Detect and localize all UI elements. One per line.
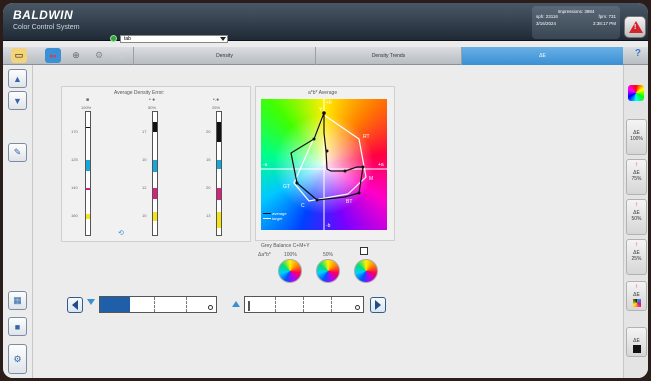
job-select-value: tab [124, 36, 131, 42]
up-arrow-icon: ↑ [635, 162, 638, 168]
triangle-down-icon [87, 299, 95, 305]
refresh-icon[interactable]: ⟲ [118, 229, 124, 237]
sidebar-item-delta-e-100[interactable]: ΔE 100% [626, 119, 647, 155]
zone-strip-top[interactable] [99, 296, 217, 313]
chevron-down-icon [220, 37, 226, 41]
density-bar-25 [216, 111, 222, 236]
ab-chart-legend: average target [263, 211, 287, 221]
status-dot-icon [110, 35, 117, 42]
zone-handle[interactable] [208, 305, 213, 310]
zone-marker [248, 301, 250, 311]
report-icon-button[interactable]: ✎ [8, 143, 27, 162]
target-icon[interactable]: ⊕ [68, 48, 84, 63]
tab-delta-e[interactable]: ΔE [461, 47, 623, 65]
tab-density[interactable]: Density [133, 47, 315, 65]
selected-zone [100, 297, 130, 312]
product-name: Color Control System [13, 24, 80, 31]
grey-balance-wheel-25 [354, 259, 378, 283]
app-window: BALDWIN Color Control System tab Impress… [3, 3, 648, 378]
black-ink-icon [632, 345, 641, 353]
date-value: 3/16/2024 [536, 21, 557, 26]
alarm-button[interactable]: ! [624, 16, 646, 38]
press-stats-panel: Impressions: 3984 sph: 23116 fpm: 731 3/… [532, 6, 620, 39]
sph-value: sph: 23116 [536, 14, 558, 19]
zone-strip-bottom[interactable] [244, 296, 364, 313]
time-value: 2:38:17 PM [592, 21, 616, 26]
brand-logo: BALDWIN [13, 8, 74, 22]
density-bar-50 [152, 111, 158, 236]
sidebar-item-delta-e-black[interactable]: ΔE [626, 327, 647, 357]
up-arrow-icon: ↑ [635, 202, 638, 208]
grey-balance-wheel-100 [278, 259, 302, 283]
job-select[interactable]: tab [120, 35, 228, 43]
up-arrow-icon: ↑ [635, 284, 638, 290]
chevron-right-icon [375, 300, 381, 310]
tab-density-trends[interactable]: Density Trends [315, 47, 461, 65]
header-bar: BALDWIN Color Control System tab Impress… [3, 3, 648, 43]
grey-balance-info-icon[interactable] [360, 247, 368, 255]
next-zone-button[interactable] [370, 297, 386, 313]
press-settings-button[interactable]: ⚙ [8, 344, 27, 374]
fpm-value: fpm: 731 [598, 14, 616, 19]
ab-color-plot: +b -b -a +a Y RT M BT C GT average targe… [261, 99, 387, 230]
camera-icon-button[interactable]: ■ [8, 317, 27, 336]
sidebar-item-delta-e-50[interactable]: ↑ ΔE 50% [626, 199, 647, 235]
color-wheel-icon[interactable]: ◎ [113, 48, 129, 63]
up-arrow-icon: ↑ [635, 242, 638, 248]
chevron-left-icon [72, 300, 78, 310]
density-bar-100 [85, 111, 91, 236]
cmyk-icon [632, 299, 641, 307]
ink-up-button[interactable]: ▲ [8, 69, 27, 88]
density-bars-icon[interactable]: ▪▪ [45, 48, 61, 63]
density-panel-title: Average Density Error: [114, 90, 165, 96]
right-sidebar: ΔE 100% ↑ ΔE 75% ↑ ΔE 50% ↑ ΔE 25% ↑ ΔE … [623, 65, 648, 378]
ink-down-button[interactable]: ▼ [8, 91, 27, 110]
color-swatch-icon[interactable] [628, 85, 644, 101]
density-panel: Average Density Error: ■ 100% 170 125 14… [61, 86, 251, 242]
help-button[interactable]: ? [635, 48, 641, 59]
zone-handle[interactable] [355, 305, 360, 310]
left-sidebar: ▲ ▼ ✎ ▦ ■ ⚙ [3, 65, 33, 378]
triangle-up-icon [232, 301, 240, 307]
settings-icon[interactable]: ⚙ [91, 48, 107, 63]
prev-zone-button[interactable] [67, 297, 83, 313]
grey-balance-wheel-50 [316, 259, 340, 283]
sidebar-item-delta-e-25[interactable]: ↑ ΔE 25% [626, 239, 647, 275]
sidebar-item-delta-e-75[interactable]: ↑ ΔE 75% [626, 159, 647, 195]
sidebar-item-delta-e-ink[interactable]: ↑ ΔE [626, 281, 647, 311]
ab-chart-title: a*b* Average [308, 90, 338, 96]
tab-bar: ▭ ▪▪ ⊕ ⚙ ◎ Density Density Trends ΔE ? [3, 47, 648, 65]
ab-chart-panel: a*b* Average +b -b -a +a Y RT M BT C GT … [255, 86, 395, 241]
folder-icon[interactable]: ▭ [11, 48, 27, 63]
grid-icon-button[interactable]: ▦ [8, 291, 27, 310]
